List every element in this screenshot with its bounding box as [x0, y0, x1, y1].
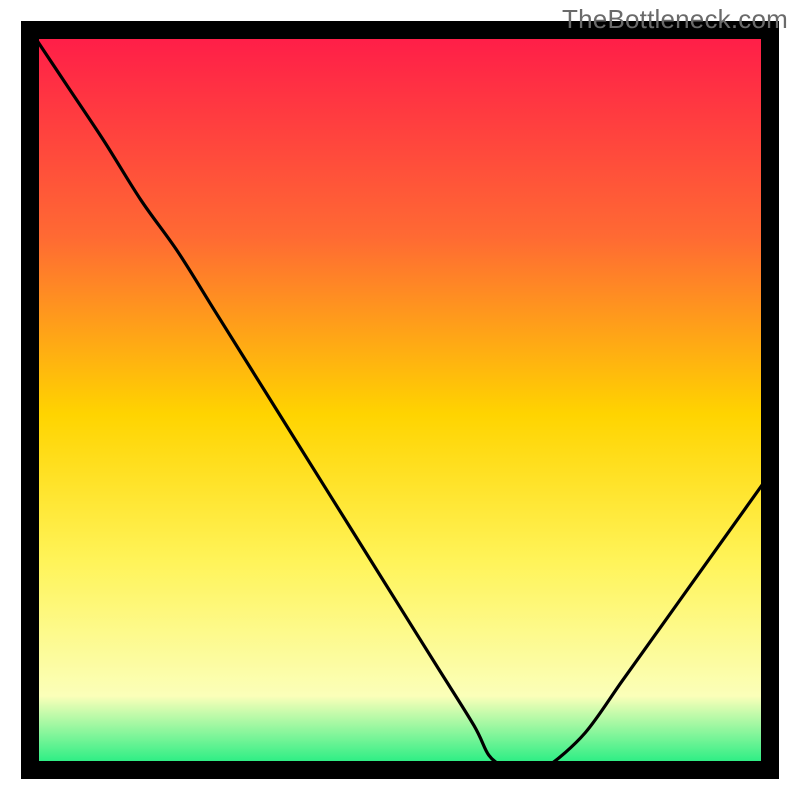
chart-container: TheBottleneck.com	[0, 0, 800, 800]
watermark-text: TheBottleneck.com	[562, 4, 788, 35]
plot-background	[30, 30, 770, 770]
bottleneck-chart	[0, 0, 800, 800]
